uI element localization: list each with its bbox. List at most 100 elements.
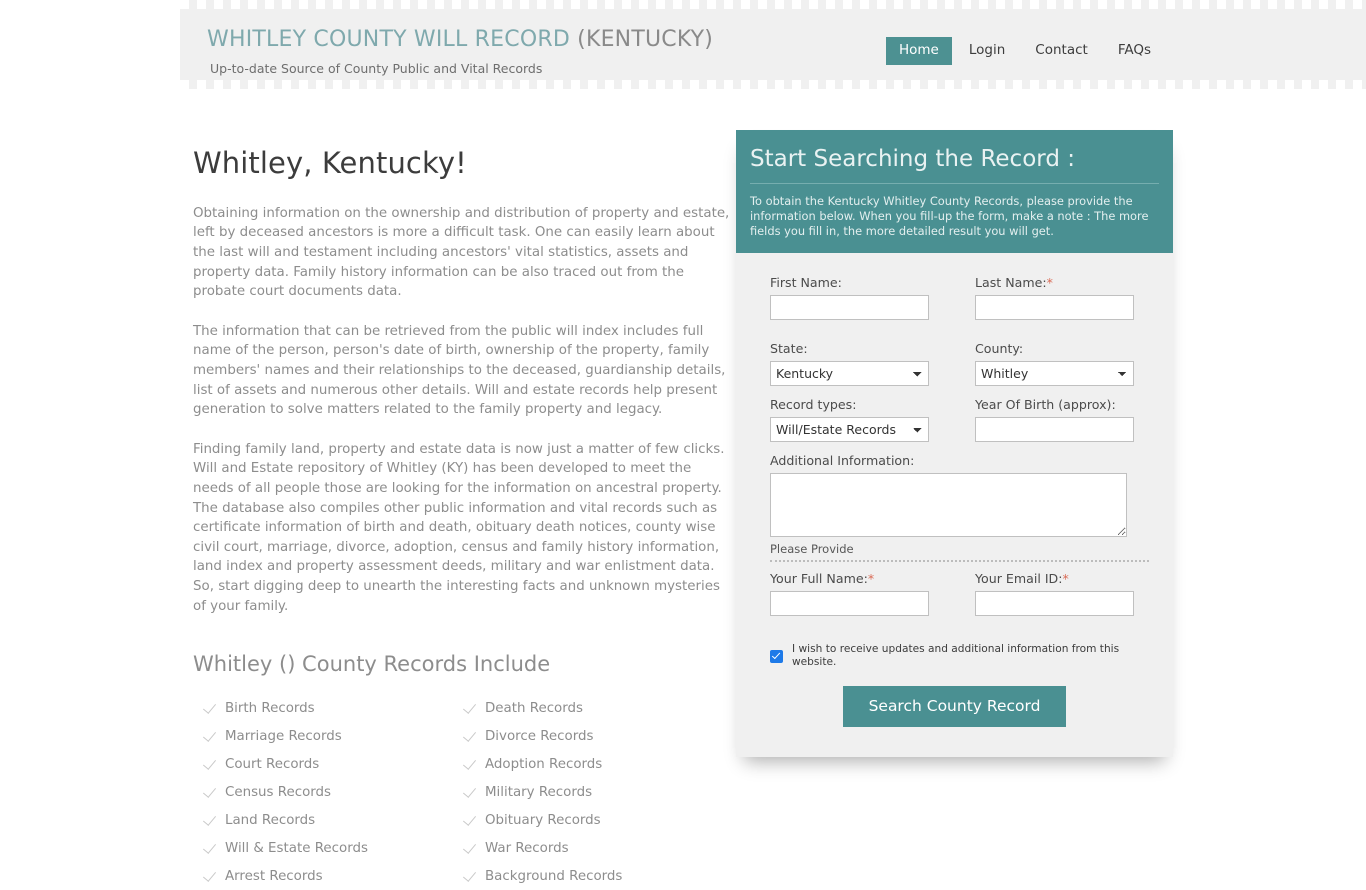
list-item: Divorce Records [453, 722, 735, 750]
year-of-birth-label: Year Of Birth (approx): [975, 397, 1134, 412]
list-item: Background Records [453, 862, 735, 890]
last-name-label-text: Last Name: [975, 275, 1047, 291]
record-types-label: Record types: [770, 397, 929, 412]
additional-information-group: Additional Information: [770, 453, 1139, 538]
list-item-label: Land Records [225, 812, 316, 828]
last-name-label: Last Name:* [975, 275, 1134, 290]
check-icon [203, 701, 217, 715]
nav-item-faqs[interactable]: FAQs [1105, 37, 1164, 65]
full-name-input[interactable] [770, 591, 929, 617]
intro-paragraph-2: The information that can be retrieved fr… [193, 323, 726, 418]
last-name-field-group: Last Name:* [975, 275, 1134, 321]
list-item-label: Adoption Records [485, 756, 603, 772]
list-item: Military Records [453, 778, 735, 806]
search-form-panel: Start Searching the Record : To obtain t… [736, 130, 1173, 758]
list-item-label: Arrest Records [225, 868, 323, 884]
check-icon [463, 757, 477, 771]
check-icon [463, 729, 477, 743]
records-section-title: Whitley () County Records Include [193, 652, 551, 677]
records-list: Birth Records Death Records Marriage Rec… [193, 694, 735, 890]
year-of-birth-input[interactable] [975, 417, 1134, 443]
list-item: Land Records [193, 806, 453, 834]
required-marker: * [1046, 275, 1053, 291]
site-title-main: WHITLEY COUNTY WILL RECORD [207, 27, 578, 52]
list-item: Will & Estate Records [193, 834, 453, 862]
contact-field-row: Your Full Name:* Your Email ID:* [770, 571, 1139, 617]
page-title: Whitley, Kentucky! [193, 146, 467, 180]
nav-item-contact[interactable]: Contact [1022, 37, 1101, 65]
search-form-intro: To obtain the Kentucky Whitley County Re… [750, 194, 1149, 239]
email-input[interactable] [975, 591, 1134, 617]
county-label: County: [975, 341, 1134, 356]
search-form-heading: Start Searching the Record : [750, 146, 1159, 185]
list-item: Marriage Records [193, 722, 453, 750]
check-icon [463, 701, 477, 715]
first-name-input[interactable] [770, 295, 929, 321]
list-item-label: War Records [485, 840, 569, 856]
intro-paragraph-1: Obtaining information on the ownership a… [193, 205, 730, 300]
required-marker: * [867, 571, 875, 587]
list-item-label: Court Records [225, 756, 320, 772]
state-label-text: State: [770, 341, 808, 357]
check-icon [203, 869, 217, 883]
first-name-field-group: First Name: [770, 275, 929, 321]
name-field-row: First Name: Last Name:* [770, 275, 1139, 321]
state-field-group: State: Kentucky [770, 341, 929, 387]
main-content: Whitley, Kentucky! Obtaining information… [193, 146, 735, 890]
list-item: Census Records [193, 778, 453, 806]
check-icon [203, 729, 217, 743]
submit-row: Search County Record [770, 685, 1139, 728]
consent-checkbox[interactable] [770, 649, 783, 663]
check-icon [463, 785, 477, 799]
year-of-birth-label-text: Year Of Birth (approx): [975, 397, 1116, 413]
full-name-label: Your Full Name:* [770, 571, 929, 586]
site-title: WHITLEY COUNTY WILL RECORD (KENTUCKY) [207, 27, 714, 52]
intro-paragraph-3: Finding family land, property and estate… [193, 441, 725, 614]
list-item-label: Will & Estate Records [225, 840, 368, 856]
list-item-label: Military Records [485, 784, 593, 800]
county-field-group: County: Whitley [975, 341, 1134, 387]
first-name-label: First Name: [770, 275, 929, 290]
search-county-record-button[interactable]: Search County Record [842, 685, 1067, 728]
record-type-field-row: Record types: Will/Estate Records Year O… [770, 397, 1139, 443]
state-select[interactable]: Kentucky [770, 361, 929, 387]
search-form-body: First Name: Last Name:* State: Kentucky … [736, 253, 1173, 757]
check-icon [203, 813, 217, 827]
list-item-label: Birth Records [225, 700, 315, 716]
record-types-select[interactable]: Will/Estate Records [770, 417, 929, 443]
list-item: Death Records [453, 694, 735, 722]
last-name-input[interactable] [975, 295, 1134, 321]
state-label: State: [770, 341, 929, 356]
check-icon [463, 869, 477, 883]
check-icon [463, 813, 477, 827]
site-title-state: (KENTUCKY) [577, 27, 714, 52]
county-select[interactable]: Whitley [975, 361, 1134, 387]
brand-block: WHITLEY COUNTY WILL RECORD (KENTUCKY) Up… [207, 27, 714, 77]
perforated-bottom-edge [180, 80, 1366, 89]
first-name-label-text: First Name: [770, 275, 842, 291]
required-marker: * [1062, 571, 1069, 587]
full-name-label-text: Your Full Name: [770, 571, 868, 587]
list-item: Birth Records [193, 694, 453, 722]
nav-item-home[interactable]: Home [885, 37, 952, 65]
check-icon [463, 841, 477, 855]
nav-item-login[interactable]: Login [956, 37, 1018, 65]
year-of-birth-field-group: Year Of Birth (approx): [975, 397, 1134, 443]
record-types-field-group: Record types: Will/Estate Records [770, 397, 929, 443]
list-item-label: Census Records [225, 784, 332, 800]
list-item-label: Obituary Records [485, 812, 601, 828]
site-tagline: Up-to-date Source of County Public and V… [210, 61, 543, 77]
check-icon [203, 785, 217, 799]
list-item-label: Death Records [485, 700, 583, 716]
consent-row: I wish to receive updates and additional… [770, 643, 1139, 668]
list-item: Adoption Records [453, 750, 735, 778]
please-provide-label: Please Provide [770, 542, 854, 557]
list-item-label: Marriage Records [225, 728, 342, 744]
county-label-text: County: [975, 341, 1024, 357]
email-label: Your Email ID:* [975, 571, 1134, 586]
additional-information-textarea[interactable] [770, 473, 1127, 538]
list-item: War Records [453, 834, 735, 862]
section-divider [770, 560, 1149, 563]
